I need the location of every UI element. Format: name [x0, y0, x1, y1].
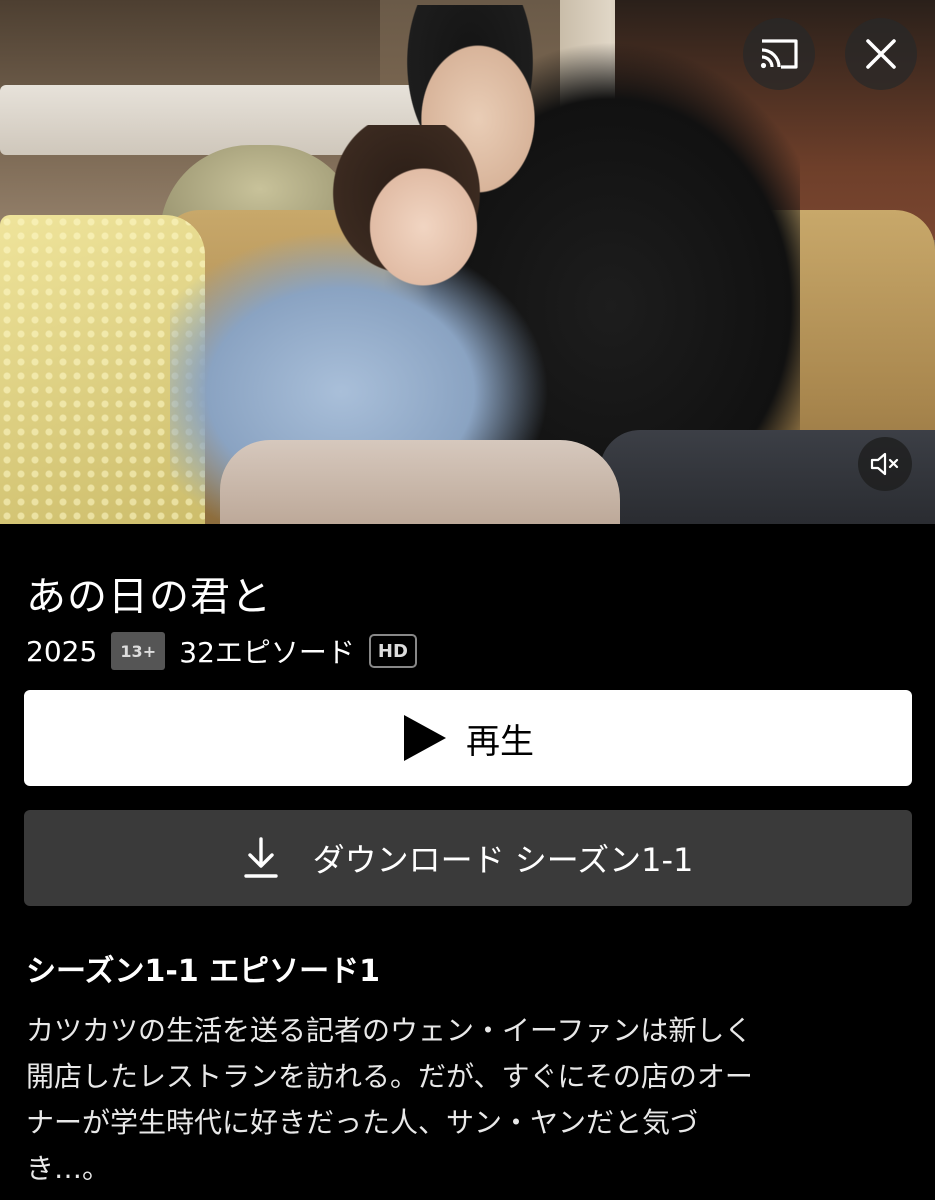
close-icon — [866, 39, 896, 69]
maturity-rating-badge: 13+ — [111, 632, 166, 670]
hero-video-preview[interactable] — [0, 0, 935, 524]
play-button-label: 再生 — [466, 721, 534, 762]
episode-count: 32エピソード — [179, 636, 355, 669]
show-metadata: 2025 13+ 32エピソード HD — [26, 631, 417, 671]
close-button[interactable] — [845, 18, 917, 90]
download-button-label: ダウンロード シーズン1-1 — [312, 841, 694, 879]
details-panel: あの日の君と 2025 13+ 32エピソード HD 再生 ダウンロード シーズ… — [0, 524, 935, 1200]
download-button[interactable]: ダウンロード シーズン1-1 — [24, 810, 912, 906]
episode-description-line: ナーが学生時代に好きだった人、サン・ヤンだと気づ — [26, 1106, 699, 1139]
blanket — [220, 440, 620, 524]
episode-description-line: き…。 — [26, 1152, 111, 1185]
mute-toggle-button[interactable] — [858, 437, 912, 491]
episode-description-line: カツカツの生活を送る記者のウェン・イーファンは新しく — [26, 1014, 753, 1047]
cast-button[interactable] — [743, 18, 815, 90]
play-icon — [404, 715, 446, 761]
show-title: あの日の君と — [26, 574, 272, 620]
episode-description: カツカツの生活を送る記者のウェン・イーファンは新しく 開店したレストランを訪れる… — [26, 1008, 906, 1192]
release-year: 2025 — [26, 634, 98, 668]
cast-icon — [760, 39, 798, 69]
play-button[interactable]: 再生 — [24, 690, 912, 786]
episode-title: シーズン1-1 エピソード1 — [26, 954, 381, 989]
hd-badge: HD — [368, 634, 417, 668]
muted-speaker-icon — [870, 452, 899, 476]
download-icon — [243, 837, 278, 878]
episode-description-line: 開店したレストランを訪れる。だが、すぐにその店のオー — [26, 1060, 753, 1093]
actor-female-head — [330, 125, 500, 295]
